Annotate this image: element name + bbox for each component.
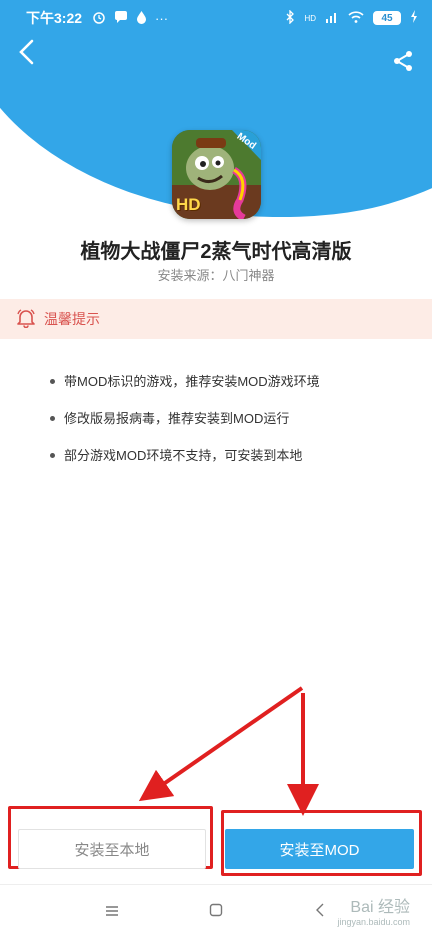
chevron-left-icon (18, 39, 34, 70)
drop-icon (136, 10, 147, 27)
app-icon: Mod HD (172, 130, 261, 219)
menu-button[interactable] (92, 891, 132, 931)
battery-indicator: 45 (373, 11, 401, 25)
install-source: 安装来源：八门神器 (157, 268, 275, 283)
watermark: Bai 经验 jingyan.baidu.com (337, 899, 410, 929)
app-title: 植物大战僵尸2蒸气时代高清版 (80, 241, 352, 263)
wifi-icon (348, 10, 364, 26)
status-time: 下午3:22 (26, 10, 83, 26)
alarm-icon (92, 10, 106, 27)
notice-label: 温馨提示 (44, 311, 100, 327)
watermark-sub: jingyan.baidu.com (337, 917, 410, 927)
home-icon (209, 901, 223, 922)
chevron-left-icon (315, 901, 325, 922)
share-button[interactable] (392, 50, 418, 76)
message-icon (114, 10, 128, 26)
signal-hd: HD (304, 13, 316, 23)
menu-icon (105, 901, 119, 922)
notice-banner: 温馨提示 (0, 299, 432, 339)
list-item: 修改版易报病毒，推荐安装到MOD运行 (50, 409, 320, 446)
signal-icon (325, 11, 339, 26)
install-local-button[interactable]: 安装至本地 (18, 829, 206, 869)
charging-icon (410, 10, 418, 26)
share-icon (392, 51, 414, 76)
back-nav-button[interactable] (300, 891, 340, 931)
tips-list: 带MOD标识的游戏，推荐安装MOD游戏环境 修改版易报病毒，推荐安装到MOD运行… (50, 372, 320, 483)
home-button[interactable] (196, 891, 236, 931)
watermark-main: Bai 经验 (350, 899, 410, 916)
bluetooth-icon (286, 8, 295, 27)
back-button[interactable] (12, 39, 40, 70)
bell-icon (16, 308, 44, 331)
hd-tag: HD (176, 195, 201, 214)
list-item: 带MOD标识的游戏，推荐安装MOD游戏环境 (50, 372, 320, 409)
list-item: 部分游戏MOD环境不支持，可安装到本地 (50, 446, 320, 483)
arrow-to-local (138, 686, 304, 802)
install-mod-button[interactable]: 安装至MOD (225, 829, 414, 869)
more-notifications: ··· (155, 10, 169, 26)
status-bar: 下午3:22 ··· HD 45 (0, 0, 432, 36)
